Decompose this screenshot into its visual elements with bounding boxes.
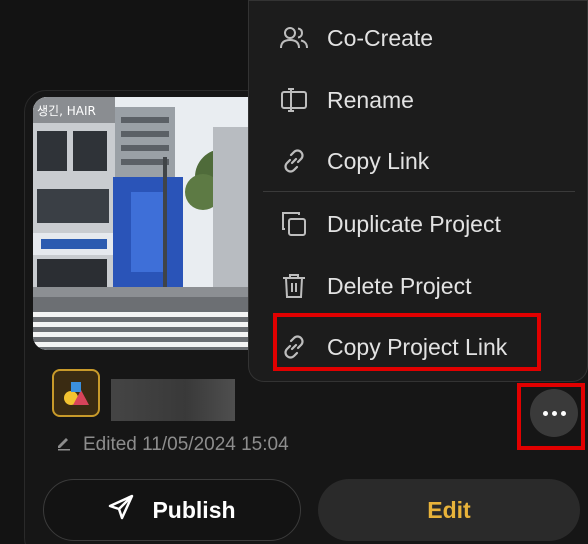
send-icon: [108, 494, 134, 526]
pencil-icon: [55, 433, 73, 457]
menu-divider: [263, 191, 575, 192]
edited-info: Edited 11/05/2024 15:04: [55, 432, 289, 458]
project-type-icon: [52, 369, 100, 417]
menu-item-delete-project[interactable]: Delete Project: [279, 271, 471, 301]
menu-item-label: Delete Project: [327, 272, 472, 299]
edit-label: Edit: [427, 496, 471, 523]
edited-timestamp: Edited 11/05/2024 15:04: [83, 434, 289, 455]
edit-button[interactable]: Edit: [318, 479, 580, 541]
menu-item-copy-link[interactable]: Copy Link: [279, 146, 429, 176]
publish-button[interactable]: Publish: [43, 479, 301, 541]
link-icon: [279, 146, 309, 176]
menu-item-label: Duplicate Project: [327, 210, 501, 237]
thumbnail-sign: 생긴, HAIR: [37, 104, 96, 118]
menu-item-label: Rename: [327, 86, 414, 113]
project-name-redacted: [111, 379, 235, 421]
menu-item-label: Copy Link: [327, 147, 430, 174]
menu-item-duplicate-project[interactable]: Duplicate Project: [279, 209, 501, 239]
publish-label: Publish: [152, 496, 236, 523]
rename-icon: [279, 85, 309, 115]
menu-item-rename[interactable]: Rename: [279, 85, 414, 115]
thumbnail-image: 생긴, HAIR: [33, 97, 263, 350]
stage: 생긴, HAIR Edited 11/05/2024 15:04 Publish…: [0, 0, 588, 544]
users-icon: [279, 23, 309, 53]
more-button-highlight: [517, 383, 585, 450]
menu-item-label: Co-Create: [327, 24, 434, 51]
copy-project-link-highlight: [273, 313, 541, 371]
shapes-icon: [64, 382, 89, 405]
menu-item-co-create[interactable]: Co-Create: [279, 23, 433, 53]
trash-icon: [279, 271, 309, 301]
duplicate-icon: [279, 209, 309, 239]
project-thumbnail[interactable]: 생긴, HAIR: [33, 97, 263, 350]
